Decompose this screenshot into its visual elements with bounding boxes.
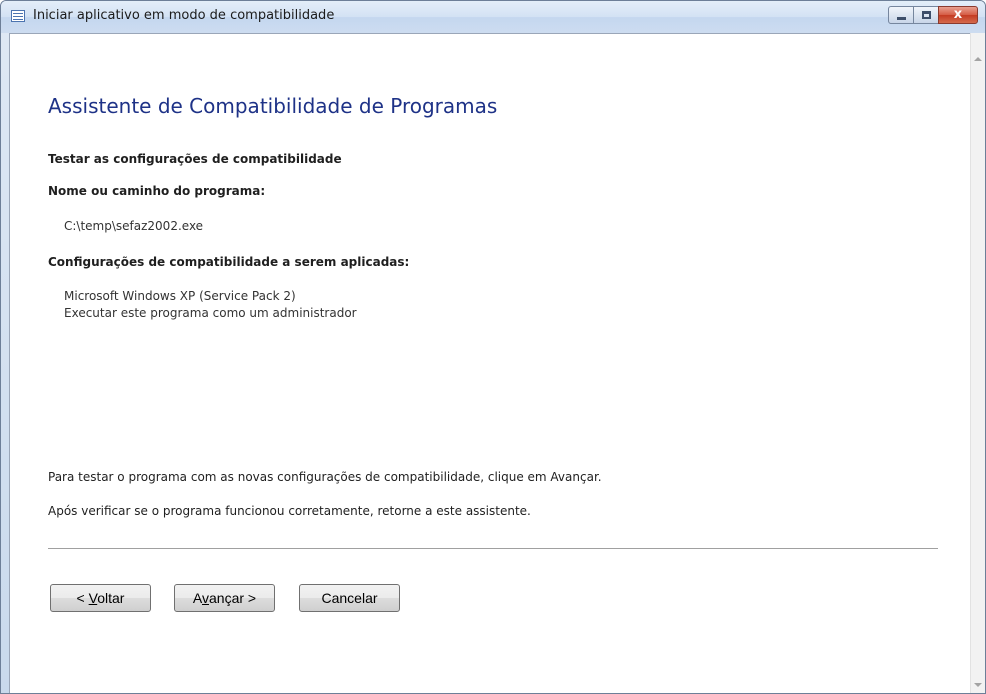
instruction-text: Para testar o programa com as novas conf… — [48, 470, 602, 484]
setting-item: Executar este programa como um administr… — [64, 306, 357, 320]
program-path: C:\temp\sefaz2002.exe — [64, 219, 204, 233]
cancel-button[interactable]: Cancelar — [299, 584, 400, 612]
back-button[interactable]: < Voltar — [50, 584, 151, 612]
minimize-button[interactable] — [888, 6, 914, 24]
separator — [48, 548, 938, 550]
window-title: Iniciar aplicativo em modo de compatibil… — [33, 8, 335, 23]
maximize-icon — [922, 11, 931, 19]
page-title: Assistente de Compatibilidade de Program… — [48, 94, 498, 118]
back-button-suffix: oltar — [97, 590, 125, 606]
scroll-up-arrow-icon[interactable] — [974, 57, 982, 61]
scroll-down-arrow-icon[interactable] — [974, 683, 982, 687]
compatibility-wizard-window: Iniciar aplicativo em modo de compatibil… — [0, 0, 986, 694]
next-button-accelerator: v — [202, 590, 209, 606]
close-button[interactable]: x — [938, 6, 978, 24]
caption-buttons: x — [888, 6, 978, 25]
setting-item: Microsoft Windows XP (Service Pack 2) — [64, 289, 296, 303]
close-icon: x — [953, 7, 963, 22]
program-label: Nome ou caminho do programa: — [48, 184, 266, 198]
instruction-text: Após verificar se o programa funcionou c… — [48, 504, 531, 518]
maximize-button[interactable] — [913, 6, 939, 24]
next-button-suffix: ançar > — [209, 590, 257, 606]
next-button-prefix: A — [192, 590, 202, 606]
back-button-prefix: < — [76, 590, 89, 606]
wizard-content: Assistente de Compatibilidade de Program… — [9, 33, 970, 693]
next-button[interactable]: Avançar > — [174, 584, 275, 612]
minimize-icon — [897, 17, 906, 20]
title-bar[interactable]: Iniciar aplicativo em modo de compatibil… — [1, 1, 985, 33]
section-title: Testar as configurações de compatibilida… — [48, 152, 342, 166]
settings-label: Configurações de compatibilidade a serem… — [48, 255, 410, 269]
app-icon — [11, 10, 25, 22]
back-button-accelerator: V — [88, 590, 98, 606]
vertical-scrollbar[interactable] — [970, 33, 985, 693]
